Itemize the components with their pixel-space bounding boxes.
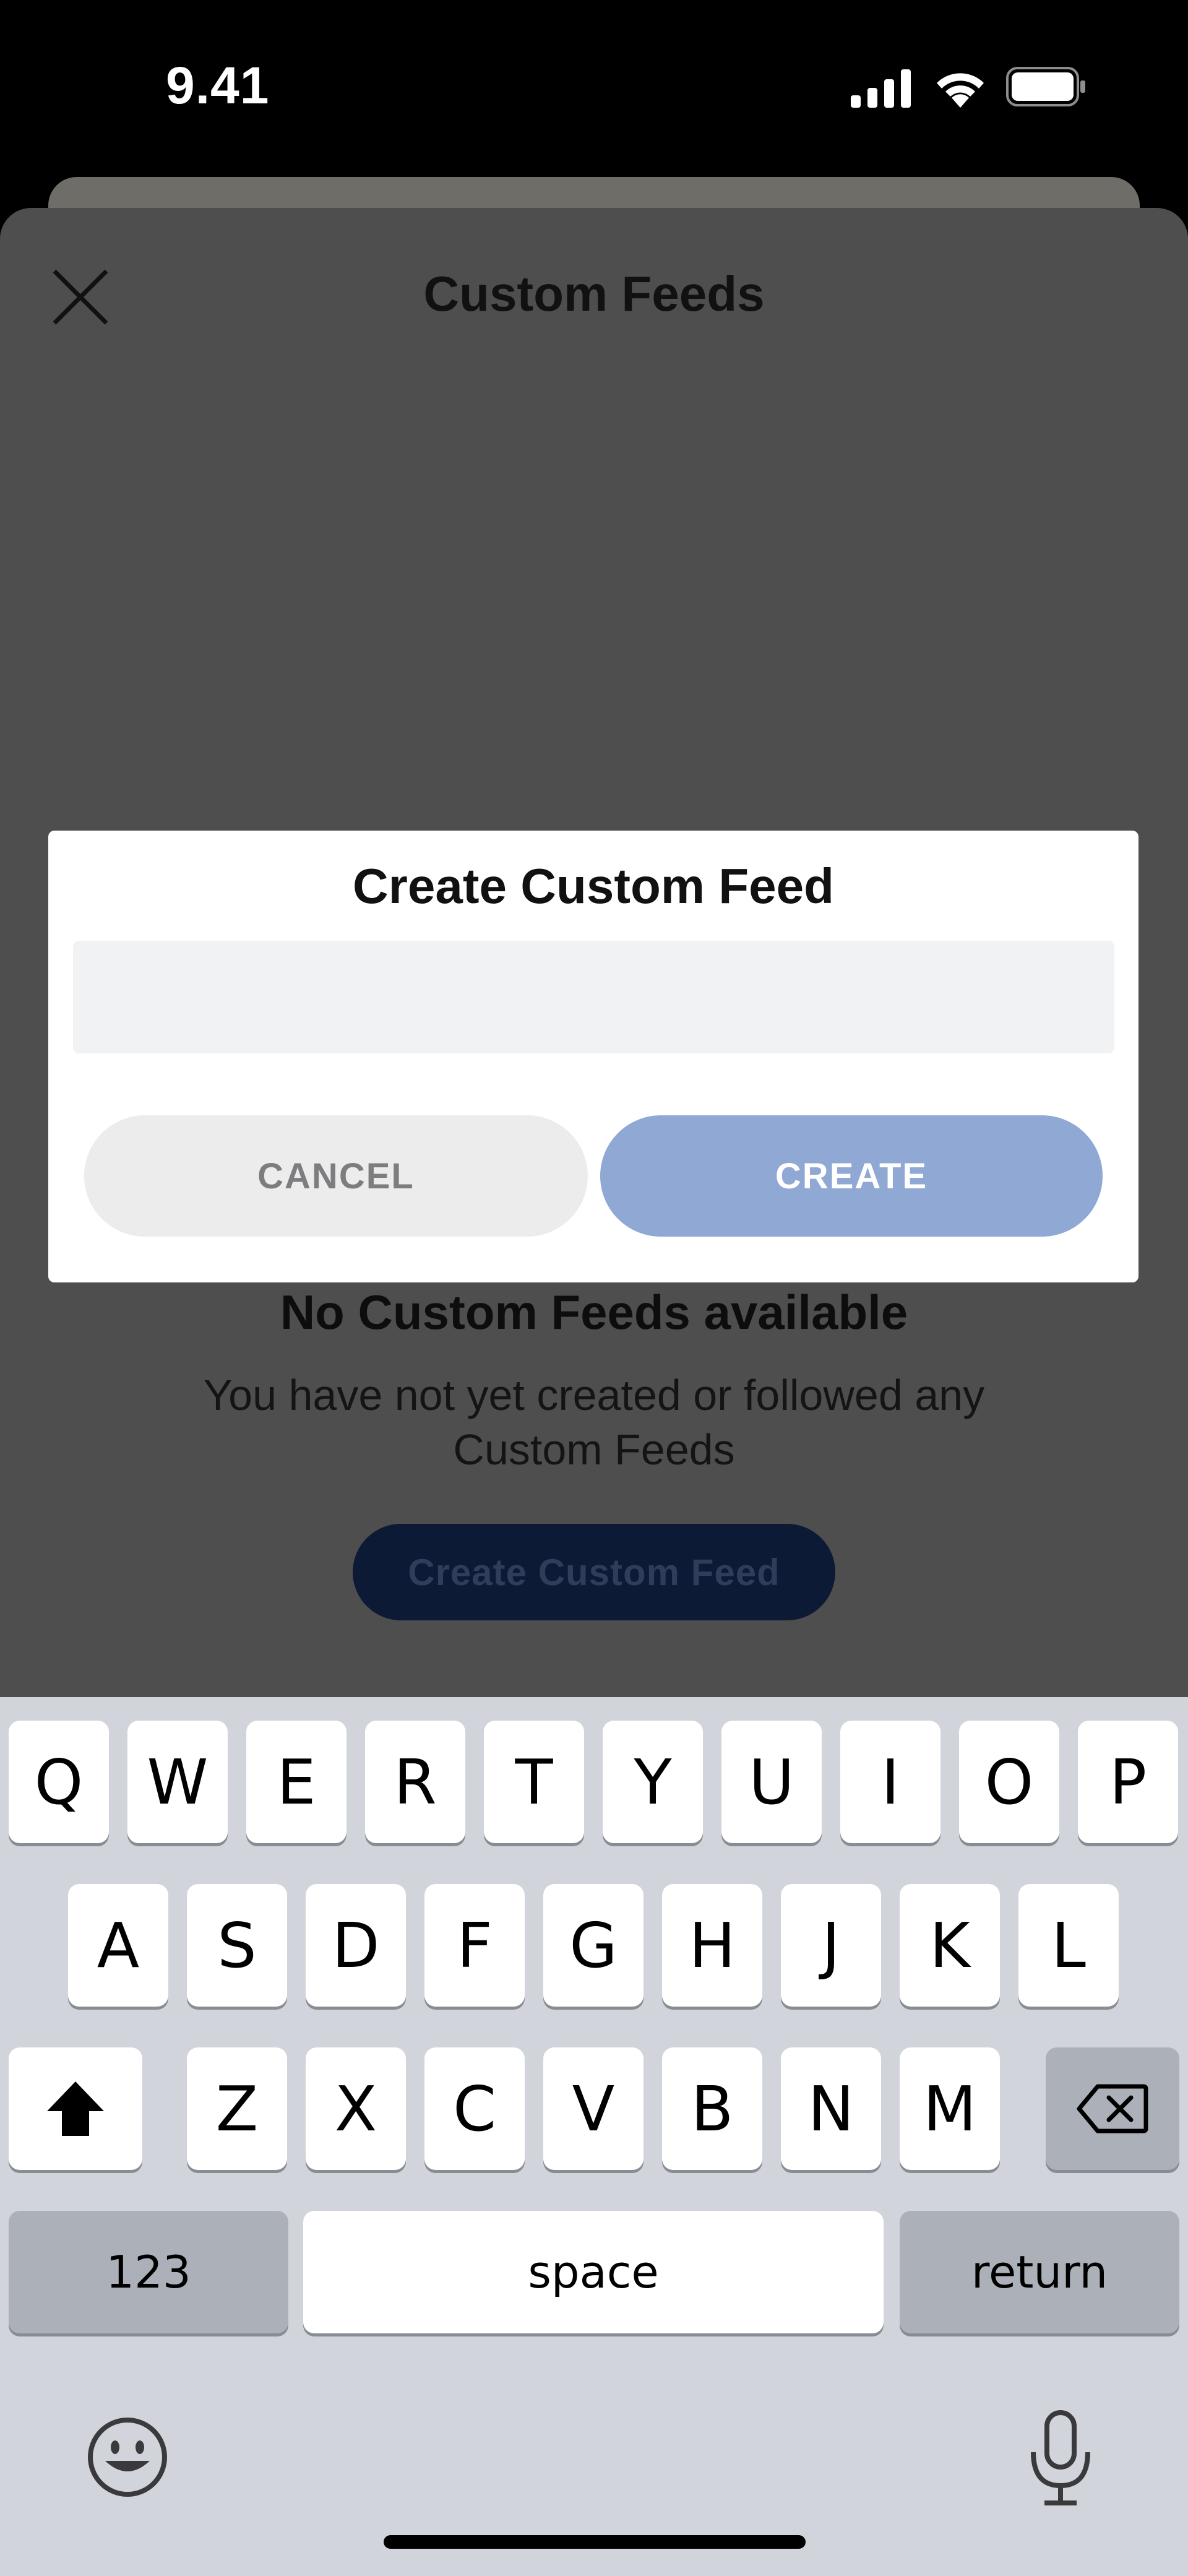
backspace-key[interactable] xyxy=(1046,2047,1179,2170)
key-v[interactable]: V xyxy=(543,2047,644,2170)
numbers-key[interactable]: 123 xyxy=(9,2211,288,2333)
return-key[interactable]: return xyxy=(900,2211,1179,2333)
key-s[interactable]: S xyxy=(187,1884,287,2007)
create-button[interactable]: CREATE xyxy=(600,1115,1103,1237)
key-i[interactable]: I xyxy=(840,1721,940,1843)
key-n[interactable]: N xyxy=(781,2047,881,2170)
dialog-title: Create Custom Feed xyxy=(353,858,834,914)
key-q[interactable]: Q xyxy=(9,1721,109,1843)
create-custom-feed-button[interactable]: Create Custom Feed xyxy=(353,1524,835,1620)
microphone-button[interactable] xyxy=(1023,2409,1098,2508)
empty-state-description: You have not yet created or followed any… xyxy=(203,1371,985,1474)
battery-icon xyxy=(1006,67,1087,110)
key-t[interactable]: T xyxy=(484,1721,584,1843)
feed-name-input[interactable] xyxy=(73,941,1114,1053)
key-b[interactable]: B xyxy=(662,2047,762,2170)
cancel-button[interactable]: CANCEL xyxy=(84,1115,588,1237)
key-z[interactable]: Z xyxy=(187,2047,287,2170)
key-k[interactable]: K xyxy=(900,1884,1000,2007)
page-title: Custom Feeds xyxy=(423,266,765,321)
key-f[interactable]: F xyxy=(424,1884,525,2007)
backspace-icon xyxy=(1077,2084,1148,2133)
emoji-button[interactable] xyxy=(85,2415,170,2499)
microphone-icon xyxy=(1031,2410,1090,2505)
key-e[interactable]: E xyxy=(246,1721,346,1843)
create-feed-dialog: Create Custom Feed CANCEL CREATE xyxy=(48,831,1138,1282)
key-y[interactable]: Y xyxy=(603,1721,703,1843)
status-time: 9.41 xyxy=(166,56,270,115)
key-r[interactable]: R xyxy=(365,1721,465,1843)
key-m[interactable]: M xyxy=(900,2047,1000,2170)
key-l[interactable]: L xyxy=(1018,1884,1119,2007)
key-o[interactable]: O xyxy=(959,1721,1059,1843)
signal-icon xyxy=(851,69,913,111)
key-x[interactable]: X xyxy=(306,2047,406,2170)
key-c[interactable]: C xyxy=(424,2047,525,2170)
empty-state-title: No Custom Feeds available xyxy=(280,1285,908,1339)
keyboard: Q W E R T Y U I O P A S D F G H J K L Z … xyxy=(0,1697,1188,2576)
key-d[interactable]: D xyxy=(306,1884,406,2007)
key-g[interactable]: G xyxy=(543,1884,644,2007)
emoji-icon xyxy=(88,2418,167,2497)
wifi-icon xyxy=(933,66,988,112)
key-p[interactable]: P xyxy=(1078,1721,1178,1843)
key-w[interactable]: W xyxy=(127,1721,228,1843)
shift-key[interactable] xyxy=(9,2047,142,2170)
key-a[interactable]: A xyxy=(68,1884,168,2007)
space-key[interactable]: space xyxy=(303,2211,884,2333)
key-u[interactable]: U xyxy=(721,1721,822,1843)
home-indicator xyxy=(384,2535,806,2549)
key-h[interactable]: H xyxy=(662,1884,762,2007)
key-j[interactable]: J xyxy=(781,1884,881,2007)
shift-icon xyxy=(47,2081,104,2136)
